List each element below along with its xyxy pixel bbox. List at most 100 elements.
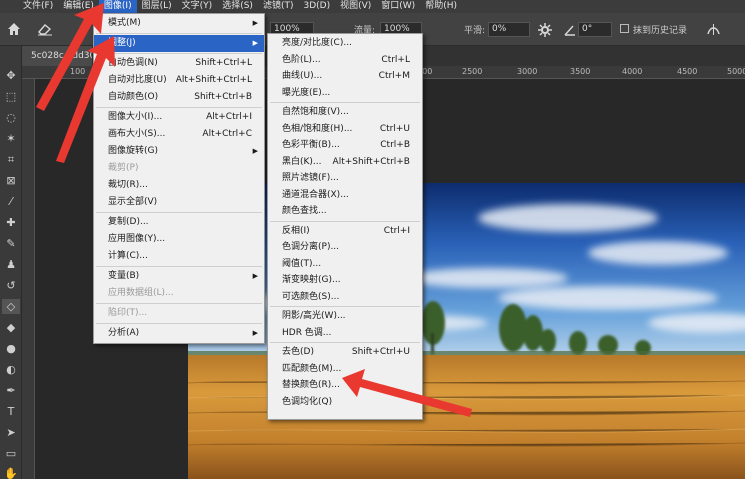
image-menu-item[interactable]: 调整(J) ▶ <box>94 35 264 52</box>
menu-item-shortcut: Ctrl+U <box>379 123 410 134</box>
menu-item-shortcut: Ctrl+I <box>383 225 410 236</box>
menubar-item-4[interactable]: 文字(Y) <box>177 0 218 13</box>
menu-item-label: 分析(A) <box>108 328 140 338</box>
frame-tool-icon[interactable]: ⊠ <box>2 173 20 188</box>
menubar-item-8[interactable]: 视图(V) <box>335 0 376 13</box>
menu-item-label: 曲线(U)... <box>282 71 323 81</box>
menu-item-label: 应用图像(Y)... <box>108 234 166 244</box>
eyedropper-icon[interactable]: ⁄ <box>2 194 20 209</box>
menu-separator <box>96 323 262 324</box>
symmetry-icon[interactable] <box>706 22 721 37</box>
hand-tool-icon[interactable]: ✋ <box>2 466 20 479</box>
adjust-menu-item[interactable]: 去色(D) Shift+Ctrl+U <box>268 344 422 361</box>
image-menu-item[interactable]: 图像大小(I)... Alt+Ctrl+I <box>94 109 264 126</box>
image-menu-item[interactable]: 自动颜色(O) Shift+Ctrl+B <box>94 89 264 106</box>
adjust-menu-item[interactable]: 匹配颜色(M)... <box>268 361 422 378</box>
adjust-menu-item[interactable]: 照片滤镜(F)... <box>268 170 422 187</box>
adjust-menu-item[interactable]: 通道混合器(X)... <box>268 187 422 204</box>
menubar-item-5[interactable]: 选择(S) <box>217 0 258 13</box>
menubar-item-2[interactable]: 图像(I) <box>98 0 137 13</box>
image-menu-item: 应用数据组(L)... <box>94 285 264 302</box>
image-menu-item[interactable]: 裁切(R)... <box>94 177 264 194</box>
image-menu-item[interactable]: 应用图像(Y)... <box>94 231 264 248</box>
image-menu-item[interactable]: 画布大小(S)... Alt+Ctrl+C <box>94 126 264 143</box>
menu-item-shortcut: Shift+Ctrl+B <box>194 92 252 102</box>
paint-bucket-icon[interactable]: ◆ <box>2 320 20 335</box>
image-menu-item[interactable]: 显示全部(V) <box>94 194 264 211</box>
image-menu-item[interactable]: 变量(B) ▶ <box>94 268 264 285</box>
adjust-menu-item[interactable]: 渐变映射(G)... <box>268 272 422 289</box>
rectangle-tool-icon[interactable]: ▭ <box>2 446 20 461</box>
adjust-menu-item[interactable]: 色调分离(P)... <box>268 239 422 256</box>
healing-brush-icon[interactable]: ✚ <box>2 215 20 230</box>
path-select-icon[interactable]: ➤ <box>2 425 20 440</box>
menubar-item-0[interactable]: 文件(F) <box>18 0 58 13</box>
menu-item-shortcut: Alt+Shift+Ctrl+L <box>175 75 252 85</box>
type-tool-icon[interactable]: T <box>2 404 20 419</box>
ruler-tick: 3000 <box>517 67 538 76</box>
history-brush-icon[interactable]: ↺ <box>2 278 20 293</box>
menu-item-label: 去色(D) <box>282 347 314 357</box>
menu-item-label: 照片滤镜(F)... <box>282 173 339 183</box>
menu-item-label: 裁切(R)... <box>108 180 148 190</box>
brush-tool-icon[interactable]: ✎ <box>2 236 20 251</box>
image-menu-item[interactable]: 复制(D)... <box>94 214 264 231</box>
adjust-menu-item[interactable]: 黑白(K)... Alt+Shift+Ctrl+B <box>268 154 422 171</box>
image-menu-item[interactable]: 模式(M) ▶ <box>94 15 264 32</box>
adjust-menu-item[interactable]: 反相(I) Ctrl+I <box>268 223 422 240</box>
adjust-menu-item[interactable]: 曲线(U)... Ctrl+M <box>268 68 422 85</box>
pen-tool-icon[interactable]: ✒ <box>2 383 20 398</box>
adjust-menu-item[interactable]: 替换颜色(R)... <box>268 377 422 394</box>
menubar-item-3[interactable]: 图层(L) <box>137 0 177 13</box>
lasso-tool-icon[interactable]: ◌ <box>2 110 20 125</box>
smooth-field[interactable]: 0% <box>488 22 530 37</box>
eraser-tool-icon[interactable] <box>36 22 54 36</box>
ruler-tick: 3500 <box>570 67 591 76</box>
image-menu-item[interactable]: 自动色调(N) Shift+Ctrl+L <box>94 55 264 72</box>
adjust-menu-item[interactable]: 可选颜色(S)... <box>268 289 422 306</box>
adjust-menu-item[interactable]: 色阶(L)... Ctrl+L <box>268 52 422 69</box>
menu-separator <box>96 266 262 267</box>
adjust-menu-item[interactable]: 亮度/对比度(C)... <box>268 35 422 52</box>
gear-icon[interactable] <box>538 23 552 37</box>
menubar-item-1[interactable]: 编辑(E) <box>58 0 99 13</box>
adjust-menu-item[interactable]: 曝光度(E)... <box>268 85 422 102</box>
ruler-tick: 5000 <box>727 67 745 76</box>
image-menu-item[interactable]: 分析(A) ▶ <box>94 325 264 342</box>
adjust-menu-item[interactable]: 色相/饱和度(H)... Ctrl+U <box>268 121 422 138</box>
history-checkbox[interactable] <box>620 24 629 33</box>
adjust-menu-item[interactable]: HDR 色调... <box>268 325 422 342</box>
crop-tool-icon[interactable]: ⌗ <box>2 152 20 167</box>
eraser-icon[interactable]: ◇ <box>2 299 20 314</box>
image-menu-item[interactable]: 计算(C)... <box>94 248 264 265</box>
image-menu-item[interactable]: 图像旋转(G) ▶ <box>94 143 264 160</box>
home-icon[interactable] <box>6 21 22 37</box>
marquee-tool-icon[interactable]: ⬚ <box>2 89 20 104</box>
move-tool-icon[interactable]: ✥ <box>2 68 20 83</box>
adjust-menu-item[interactable]: 阴影/高光(W)... <box>268 308 422 325</box>
dodge-tool-icon[interactable]: ◐ <box>2 362 20 377</box>
adjust-menu-item[interactable]: 色调均化(Q) <box>268 394 422 411</box>
menubar-item-6[interactable]: 滤镜(T) <box>258 0 299 13</box>
blur-tool-icon[interactable]: ● <box>2 341 20 356</box>
menu-item-label: 黑白(K)... <box>282 156 322 167</box>
smooth-label: 平滑: <box>464 26 486 36</box>
stamp-tool-icon[interactable]: ♟ <box>2 257 20 272</box>
adjust-menu-item[interactable]: 色彩平衡(B)... Ctrl+B <box>268 137 422 154</box>
image-menu-item[interactable]: 自动对比度(U) Alt+Shift+Ctrl+L <box>94 72 264 89</box>
adjust-menu-item[interactable]: 阈值(T)... <box>268 256 422 273</box>
document-tab[interactable]: 5c028c...dd30... <box>22 46 92 66</box>
ruler-tick: 2500 <box>462 67 483 76</box>
menu-item-label: 图像旋转(G) <box>108 146 158 156</box>
submenu-arrow-icon: ▶ <box>252 39 258 47</box>
adjust-menu-item[interactable]: 自然饱和度(V)... <box>268 104 422 121</box>
menubar-item-9[interactable]: 窗口(W) <box>376 0 420 13</box>
submenu-arrow-icon: ▶ <box>252 272 258 280</box>
vertical-ruler <box>22 79 35 479</box>
menubar-item-7[interactable]: 3D(D) <box>298 0 335 13</box>
angle-field[interactable]: 0° <box>578 22 612 37</box>
menubar-item-10[interactable]: 帮助(H) <box>420 0 462 13</box>
adjust-menu-item[interactable]: 颜色查找... <box>268 203 422 220</box>
menu-separator <box>96 303 262 304</box>
magic-wand-icon[interactable]: ✶ <box>2 131 20 146</box>
